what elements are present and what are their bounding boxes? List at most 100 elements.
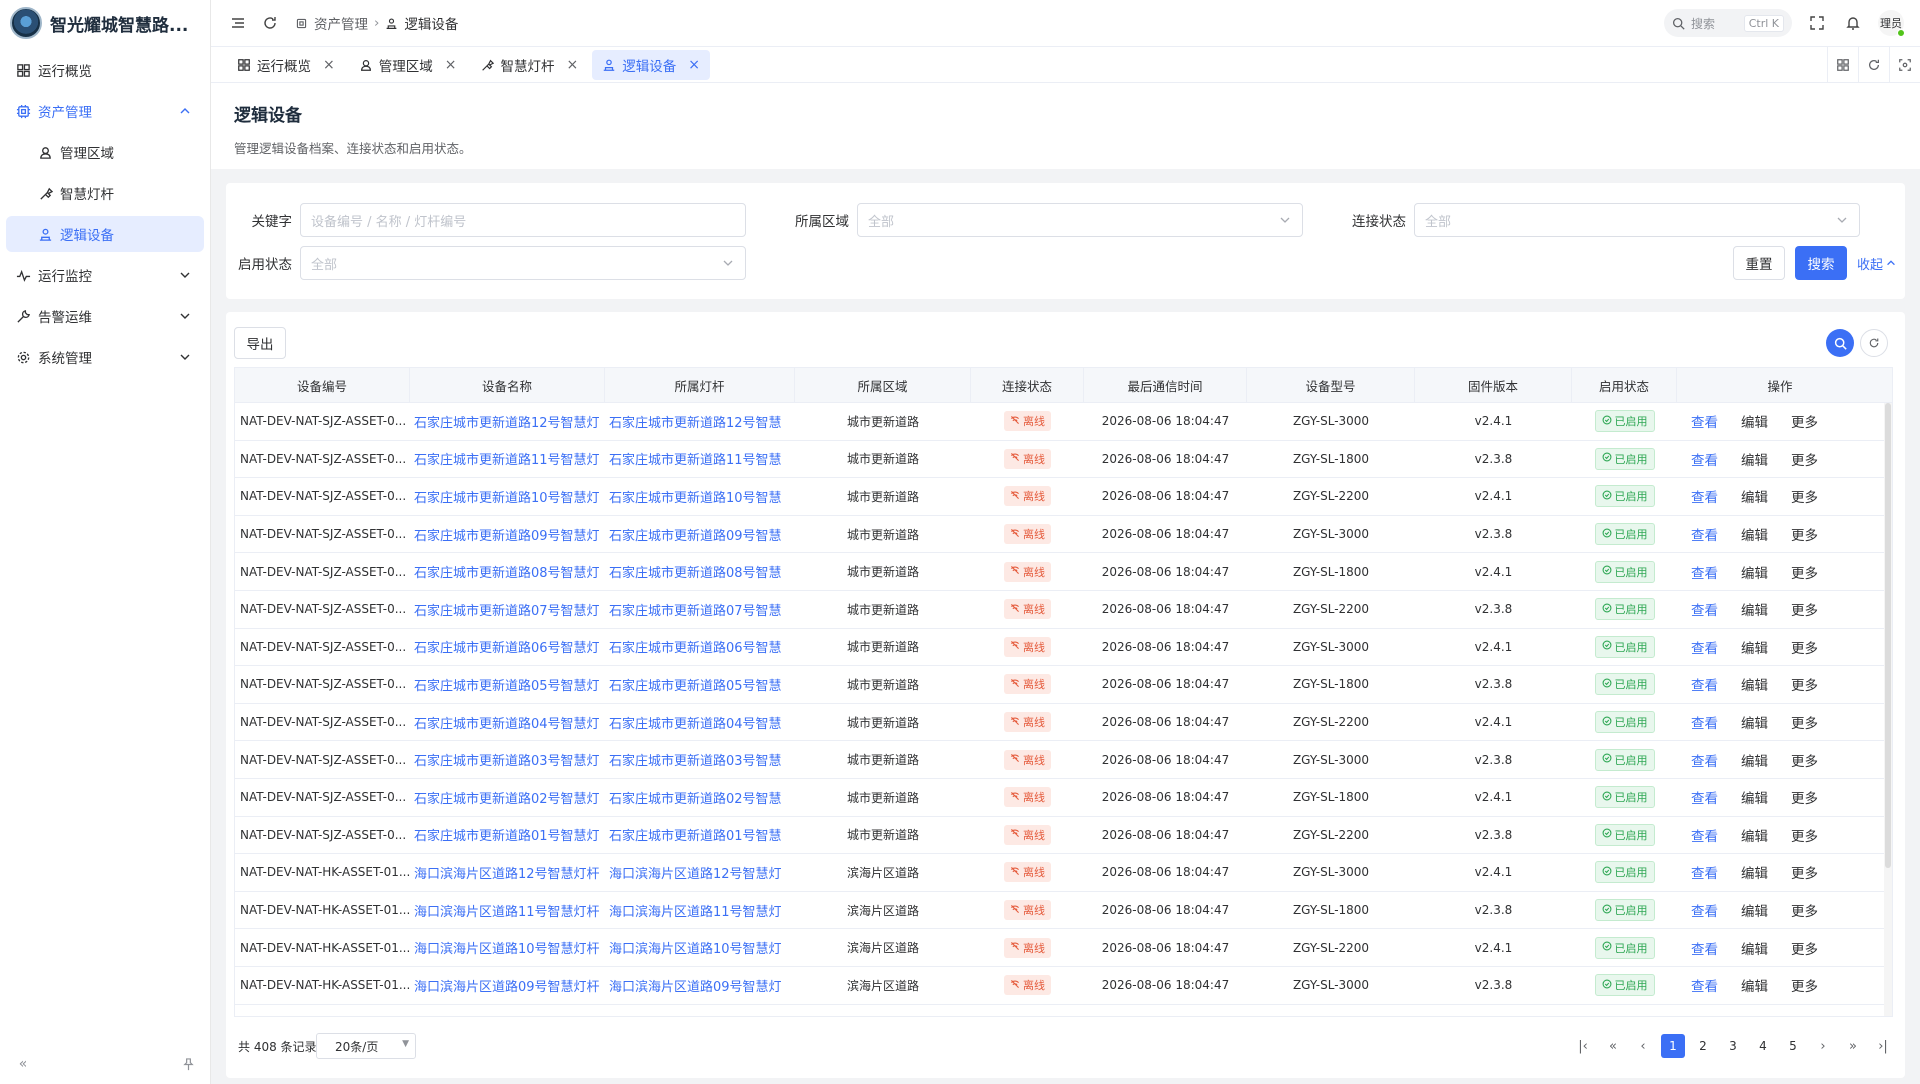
more-link[interactable]: 更多 (1791, 411, 1818, 431)
page-1[interactable]: 1 (1661, 1034, 1685, 1058)
cell-pole-link[interactable]: 石家庄城市更新道路02号智慧 (605, 779, 795, 816)
view-link[interactable]: 查看 (1691, 486, 1718, 506)
page-4[interactable]: 4 (1751, 1034, 1775, 1058)
more-link[interactable]: 更多 (1791, 787, 1818, 807)
more-link[interactable]: 更多 (1791, 637, 1818, 657)
more-link[interactable]: 更多 (1791, 524, 1818, 544)
collapse-sidebar-icon[interactable]: « (12, 1053, 34, 1075)
more-link[interactable]: 更多 (1791, 674, 1818, 694)
page-2[interactable]: 2 (1691, 1034, 1715, 1058)
edit-link[interactable]: 编辑 (1741, 674, 1768, 694)
fullscreen-icon[interactable] (1806, 12, 1828, 34)
view-link[interactable]: 查看 (1691, 825, 1718, 845)
menu-toggle-icon[interactable] (227, 12, 249, 34)
page-size-select[interactable]: 20条/页 ▼ (316, 1033, 416, 1059)
cell-pole-link[interactable]: 海口滨海片区道路09号智慧灯 (605, 967, 795, 1004)
last-page-icon[interactable]: ›| (1871, 1034, 1895, 1058)
close-icon[interactable]: × (323, 57, 335, 73)
edit-link[interactable]: 编辑 (1741, 712, 1768, 732)
sidebar-item-poles[interactable]: 智慧灯杆 (6, 175, 204, 211)
enable-select[interactable]: 全部 (300, 246, 746, 280)
collapse-button[interactable]: 收起 (1857, 254, 1897, 273)
more-link[interactable]: 更多 (1791, 825, 1818, 845)
cell-pole-link[interactable]: 石家庄城市更新道路01号智慧 (605, 817, 795, 854)
edit-link[interactable]: 编辑 (1741, 975, 1768, 995)
tab-poles[interactable]: 智慧灯杆 × (470, 50, 588, 80)
cell-pole-link[interactable]: 海口滨海片区道路11号智慧灯 (605, 892, 795, 929)
more-link[interactable]: 更多 (1791, 449, 1818, 469)
cell-pole-link[interactable]: 石家庄城市更新道路03号智慧 (605, 741, 795, 778)
export-button[interactable]: 导出 (234, 327, 286, 359)
more-link[interactable]: 更多 (1791, 975, 1818, 995)
edit-link[interactable]: 编辑 (1741, 862, 1768, 882)
tab-refresh-icon[interactable] (1858, 47, 1889, 83)
edit-link[interactable]: 编辑 (1741, 449, 1768, 469)
more-link[interactable]: 更多 (1791, 938, 1818, 958)
prev-fast-icon[interactable]: « (1601, 1034, 1625, 1058)
edit-link[interactable]: 编辑 (1741, 750, 1768, 770)
more-link[interactable]: 更多 (1791, 862, 1818, 882)
cell-device-name-link[interactable]: 石家庄城市更新道路11号智慧灯 (410, 441, 605, 478)
cell-device-name-link[interactable]: 石家庄城市更新道路12号智慧灯 (410, 403, 605, 440)
cell-pole-link[interactable]: 海口滨海片区道路12号智慧灯 (605, 854, 795, 891)
sidebar-item-monitor[interactable]: 运行监控 (6, 257, 204, 293)
sidebar-item-alarms[interactable]: 告警运维 (6, 298, 204, 334)
page-5[interactable]: 5 (1781, 1034, 1805, 1058)
logo[interactable]: 智光耀城智慧路... (0, 0, 210, 46)
view-link[interactable]: 查看 (1691, 674, 1718, 694)
prev-page-icon[interactable]: ‹ (1631, 1034, 1655, 1058)
cell-device-name-link[interactable]: 石家庄城市更新道路03号智慧灯 (410, 741, 605, 778)
more-link[interactable]: 更多 (1791, 486, 1818, 506)
edit-link[interactable]: 编辑 (1741, 787, 1768, 807)
sidebar-item-areas[interactable]: 管理区域 (6, 134, 204, 170)
cell-device-name-link[interactable]: 海口滨海片区道路09号智慧灯杆 (410, 967, 605, 1004)
first-page-icon[interactable]: |‹ (1571, 1034, 1595, 1058)
more-link[interactable]: 更多 (1791, 599, 1818, 619)
search-button[interactable]: 搜索 (1795, 246, 1847, 280)
more-link[interactable]: 更多 (1791, 712, 1818, 732)
pin-icon[interactable] (177, 1053, 199, 1075)
table-scrollbar[interactable] (1884, 403, 1892, 1016)
cell-device-name-link[interactable]: 石家庄城市更新道路08号智慧灯 (410, 553, 605, 590)
cell-pole-link[interactable]: 石家庄城市更新道路07号智慧 (605, 591, 795, 628)
edit-link[interactable]: 编辑 (1741, 637, 1768, 657)
keyword-input[interactable]: 设备编号 / 名称 / 灯杆编号 (300, 203, 746, 237)
cell-device-name-link[interactable]: 石家庄城市更新道路06号智慧灯 (410, 629, 605, 666)
view-link[interactable]: 查看 (1691, 599, 1718, 619)
global-search[interactable]: 搜索 Ctrl K (1664, 9, 1792, 37)
sidebar-item-overview[interactable]: 运行概览 (6, 52, 204, 88)
tab-grid-icon[interactable] (1827, 47, 1858, 83)
next-fast-icon[interactable]: » (1841, 1034, 1865, 1058)
edit-link[interactable]: 编辑 (1741, 411, 1768, 431)
view-link[interactable]: 查看 (1691, 411, 1718, 431)
cell-pole-link[interactable]: 石家庄城市更新道路04号智慧 (605, 704, 795, 741)
more-link[interactable]: 更多 (1791, 750, 1818, 770)
cell-device-name-link[interactable]: 海口滨海片区道路10号智慧灯杆 (410, 929, 605, 966)
more-link[interactable]: 更多 (1791, 900, 1818, 920)
edit-link[interactable]: 编辑 (1741, 524, 1768, 544)
sidebar-item-devices[interactable]: 逻辑设备 (6, 216, 204, 252)
sidebar-item-assets[interactable]: 资产管理 (6, 93, 204, 129)
scrollbar-thumb[interactable] (1885, 403, 1891, 868)
edit-link[interactable]: 编辑 (1741, 562, 1768, 582)
cell-device-name-link[interactable]: 石家庄城市更新道路07号智慧灯 (410, 591, 605, 628)
table-refresh-button[interactable] (1860, 329, 1888, 357)
close-icon[interactable]: × (566, 57, 578, 73)
cell-device-name-link[interactable]: 石家庄城市更新道路04号智慧灯 (410, 704, 605, 741)
cell-device-name-link[interactable]: 石家庄城市更新道路05号智慧灯 (410, 666, 605, 703)
view-link[interactable]: 查看 (1691, 900, 1718, 920)
cell-device-name-link[interactable]: 石家庄城市更新道路01号智慧灯 (410, 817, 605, 854)
close-icon[interactable]: × (688, 57, 700, 73)
view-link[interactable]: 查看 (1691, 975, 1718, 995)
cell-device-name-link[interactable]: 石家庄城市更新道路10号智慧灯 (410, 478, 605, 515)
view-link[interactable]: 查看 (1691, 712, 1718, 732)
close-icon[interactable]: × (445, 57, 457, 73)
conn-select[interactable]: 全部 (1414, 203, 1860, 237)
edit-link[interactable]: 编辑 (1741, 900, 1768, 920)
avatar[interactable]: 理员 (1878, 10, 1905, 37)
tab-overview[interactable]: 运行概览 × (227, 50, 345, 80)
view-link[interactable]: 查看 (1691, 787, 1718, 807)
breadcrumb-item[interactable]: 资产管理 (314, 13, 368, 33)
view-link[interactable]: 查看 (1691, 750, 1718, 770)
reset-button[interactable]: 重置 (1733, 246, 1785, 280)
